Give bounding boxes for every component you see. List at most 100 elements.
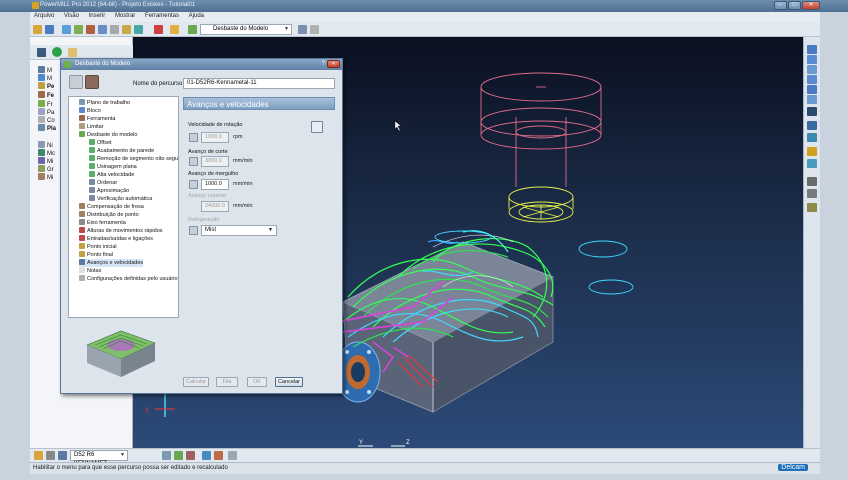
edit-icon[interactable] <box>298 25 307 34</box>
maximize-button[interactable]: □ <box>788 1 801 10</box>
ok-button[interactable]: OK <box>247 377 267 387</box>
skim-feed-input[interactable]: 24000.0 <box>201 201 229 212</box>
tool-icon[interactable] <box>86 25 95 34</box>
shaded-model-icon[interactable] <box>807 159 817 168</box>
menu-visao[interactable]: Visão <box>60 12 83 20</box>
explorer-item[interactable]: Gr <box>38 165 54 173</box>
tree-item-selected[interactable]: Avanços e velocidades <box>79 259 144 267</box>
tree-item[interactable]: Remoção de segmento não segu <box>89 155 178 163</box>
view-iso-icon[interactable] <box>807 45 817 54</box>
explorer-globe-icon[interactable] <box>52 47 62 57</box>
tool-edit-icon[interactable] <box>174 451 183 460</box>
explorer-item[interactable]: Mc <box>38 149 55 157</box>
workplane-icon[interactable] <box>134 25 143 34</box>
menu-inserir[interactable]: Inserir <box>85 12 110 20</box>
tree-item[interactable]: Compensação de fresa <box>79 203 144 211</box>
wireframe-icon[interactable] <box>807 133 817 142</box>
view-zoom-icon[interactable] <box>807 85 817 94</box>
menu-mostrar[interactable]: Mostrar <box>111 12 139 20</box>
tree-item[interactable]: Notas <box>79 267 101 275</box>
explorer-item[interactable]: Fr <box>38 100 53 108</box>
tree-item[interactable]: Verificação automática <box>89 195 152 203</box>
explorer-item[interactable]: Mi <box>38 173 53 181</box>
tool-active-icon[interactable] <box>58 451 67 460</box>
clip-icon[interactable] <box>807 189 817 198</box>
tree-item[interactable]: Plano de trabalho <box>79 99 130 107</box>
tool-more-icon[interactable] <box>228 451 237 460</box>
tree-item[interactable]: Bloco <box>79 107 101 115</box>
tool-dropdown-icon[interactable] <box>46 451 55 460</box>
tree-item[interactable]: Ponto final <box>79 251 113 259</box>
tree-item[interactable]: Ponto inicial <box>79 243 117 251</box>
tree-item[interactable]: Limitar <box>79 123 104 131</box>
tree-item[interactable]: Entradas/saídas e ligações <box>79 235 153 243</box>
tree-item[interactable]: Acabamento de parede <box>89 147 154 155</box>
coolant-select[interactable]: Mist ▼ <box>201 225 277 236</box>
dialog-close-button[interactable]: ✕ <box>327 60 340 68</box>
tool-create-icon[interactable] <box>34 451 43 460</box>
tool-holder-icon[interactable] <box>162 451 171 460</box>
tree-item[interactable]: Alta velocidade <box>89 171 134 179</box>
plunge-feed-input[interactable]: 1000.0 <box>201 179 229 190</box>
boundary-icon[interactable] <box>74 25 83 34</box>
view-front-icon[interactable] <box>807 65 817 74</box>
tool-clear-icon[interactable] <box>214 451 223 460</box>
material-icon[interactable] <box>807 147 817 156</box>
tree-item[interactable]: Desbaste do modelo <box>79 131 137 139</box>
close-path-icon[interactable] <box>310 25 319 34</box>
tree-item[interactable]: Usinagem plana <box>89 163 137 171</box>
explorer-item[interactable]: M <box>38 74 52 82</box>
cancel-button[interactable]: Cancelar <box>275 377 303 387</box>
explorer-item[interactable]: Pla <box>38 124 56 132</box>
explorer-item[interactable]: Pa <box>38 108 54 116</box>
spindle-speed-input[interactable]: 1000.0 <box>201 132 229 143</box>
view-pan-icon[interactable] <box>807 95 817 104</box>
load-from-tool-icon[interactable] <box>311 121 323 133</box>
cutting-feed-input[interactable]: 3000.0 <box>201 156 229 167</box>
measure-icon[interactable] <box>807 177 817 186</box>
explorer-item[interactable]: Pe <box>38 82 54 90</box>
tree-item[interactable]: Ordenar <box>89 179 117 187</box>
help-button[interactable]: ? <box>322 61 325 67</box>
strategy-combo[interactable]: Desbaste do Modelo ▼ <box>200 24 292 35</box>
view-side-icon[interactable] <box>807 75 817 84</box>
close-button[interactable]: ✕ <box>802 1 820 10</box>
path-name-input[interactable]: 01-D52R6-Kennametal-11 <box>183 78 335 89</box>
tree-item[interactable]: Configurações definidas pelo usuário <box>79 275 178 283</box>
view-refresh-icon[interactable] <box>807 107 817 116</box>
tree-item[interactable]: Ferramenta <box>79 115 115 123</box>
block-icon[interactable] <box>62 25 71 34</box>
select-icon[interactable] <box>807 203 817 212</box>
explorer-tab-icon[interactable] <box>37 48 46 57</box>
startpoint-icon[interactable] <box>122 25 131 34</box>
tree-item[interactable]: Offset <box>89 139 112 147</box>
explorer-item[interactable]: Fe <box>38 91 54 99</box>
save-icon[interactable] <box>45 25 54 34</box>
explorer-folder-icon[interactable] <box>68 48 77 57</box>
queue-button[interactable]: Fila <box>216 377 238 387</box>
tree-item[interactable]: Distribuição de ponto <box>79 211 139 219</box>
explorer-item[interactable]: Co <box>38 116 55 124</box>
tree-item[interactable]: Eixo ferramenta <box>79 219 126 227</box>
leadin-icon[interactable] <box>110 25 119 34</box>
level-icon[interactable] <box>170 25 179 34</box>
menu-ajuda[interactable]: Ajuda <box>185 12 208 20</box>
calculate-icon[interactable] <box>154 25 163 34</box>
tool-db-icon[interactable] <box>202 451 211 460</box>
tree-item[interactable]: Alturas de movimentos rápidos <box>79 227 163 235</box>
tool-combo[interactable]: D52 R6 KENNAMET▼ <box>70 450 128 467</box>
view-top-icon[interactable] <box>807 55 817 64</box>
feedrate-icon[interactable] <box>98 25 107 34</box>
minimize-button[interactable]: – <box>774 1 787 10</box>
menu-arquivo[interactable]: Arquivo <box>30 12 58 20</box>
template-icon[interactable] <box>85 75 99 89</box>
explorer-item[interactable]: M <box>38 66 52 74</box>
tool-delete-icon[interactable] <box>186 451 195 460</box>
explorer-item[interactable]: Ni <box>38 141 53 149</box>
menu-ferramentas[interactable]: Ferramentas <box>141 12 183 20</box>
open-icon[interactable] <box>33 25 42 34</box>
shade-icon[interactable] <box>807 121 817 130</box>
preview-toggle-icon[interactable] <box>69 75 83 89</box>
strategy-icon[interactable] <box>188 25 197 34</box>
calculate-button[interactable]: Calcular <box>183 377 209 387</box>
